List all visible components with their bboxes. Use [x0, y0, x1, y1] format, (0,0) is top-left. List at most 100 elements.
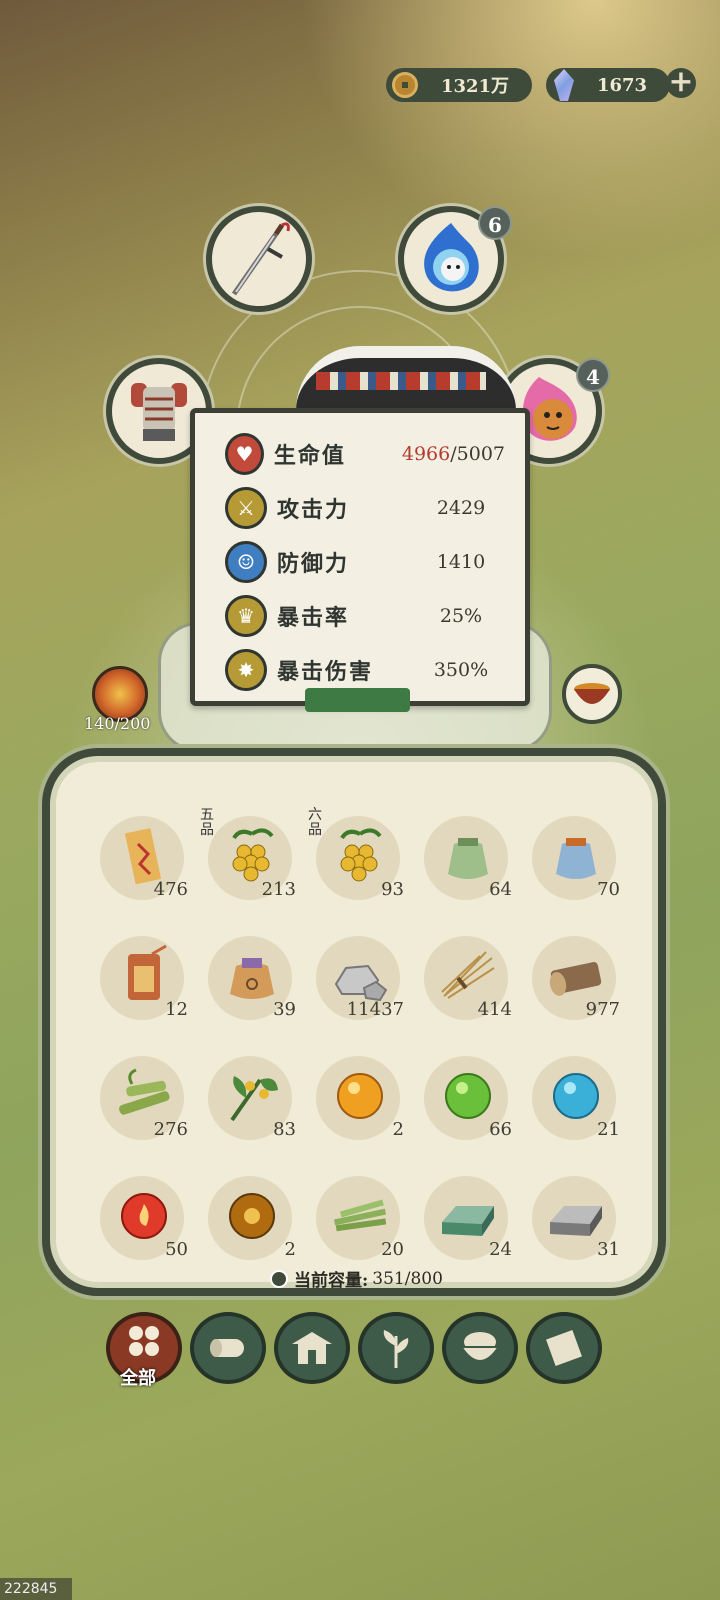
item-count: 414	[477, 999, 512, 1020]
scroll-icon	[546, 1330, 582, 1366]
stats-panel: ♥ 生命值 4966/5007 ⚔ 攻击力 2429 ☺ 防御力 1410 ♛ …	[190, 408, 530, 706]
spirit-slot-blue[interactable]: 6	[398, 206, 512, 312]
hp-current: 4966	[401, 443, 451, 465]
inventory-item[interactable]: 977	[526, 930, 626, 1030]
person-defense-icon: ☺	[225, 541, 267, 583]
item-count: 66	[489, 1119, 512, 1140]
amber-orb-icon	[220, 1184, 284, 1248]
item-count: 20	[381, 1239, 404, 1260]
inventory-item[interactable]: 476	[94, 810, 194, 910]
inventory-item[interactable]: 83	[202, 1050, 302, 1150]
inventory-item[interactable]: 64	[418, 810, 518, 910]
inventory-panel: 476 五品 213 六品 93 64 70 12 39 11437 414 977 276 83 2 66 2…	[42, 748, 666, 1296]
stat-defense: ☺ 防御力 1410	[225, 537, 505, 587]
stat-hp: ♥ 生命值 4966/5007	[225, 429, 505, 479]
crystal-gem-icon	[554, 69, 574, 101]
spirit-level-badge: 6	[478, 206, 512, 240]
copper-coin-icon	[392, 72, 418, 98]
stat-value: 1410	[436, 551, 486, 573]
wood-log-icon	[210, 1339, 244, 1357]
item-count: 24	[489, 1239, 512, 1260]
watermark: 222845	[0, 1578, 72, 1600]
item-grade: 六品	[308, 807, 322, 838]
soup-bowl-icon	[574, 683, 610, 704]
tab-food[interactable]	[442, 1312, 518, 1384]
inventory-item[interactable]: 414	[418, 930, 518, 1030]
inventory-item[interactable]: 39	[202, 930, 302, 1030]
weapon-slot[interactable]	[206, 206, 312, 312]
stat-attack: ⚔ 攻击力 2429	[225, 483, 505, 533]
food-bowl-button[interactable]	[562, 664, 622, 724]
item-count: 977	[585, 999, 620, 1020]
stat-value: 2429	[436, 497, 486, 519]
capacity-value: 351/800	[372, 1268, 443, 1289]
sword-attack-icon: ⚔	[225, 487, 267, 529]
character-hat	[296, 346, 516, 410]
gem-counter[interactable]: 1673	[546, 68, 670, 102]
item-count: 31	[597, 1239, 620, 1260]
tab-building[interactable]	[274, 1312, 350, 1384]
item-count: 2	[392, 1119, 404, 1140]
tab-wood[interactable]	[190, 1312, 266, 1384]
add-gems-button[interactable]: +	[666, 67, 696, 98]
inventory-item[interactable]: 21	[526, 1050, 626, 1150]
sword-icon	[231, 222, 290, 296]
house-icon	[292, 1332, 332, 1364]
stat-label: 暴击率	[277, 605, 350, 631]
inventory-item[interactable]: 70	[526, 810, 626, 910]
inventory-item[interactable]: 12	[94, 930, 194, 1030]
crown-crit-icon: ♛	[225, 595, 267, 637]
item-count: 93	[381, 879, 404, 900]
armor-icon	[131, 383, 187, 441]
tab-herb[interactable]	[358, 1312, 434, 1384]
item-count: 21	[597, 1119, 620, 1140]
inventory-item[interactable]: 20	[310, 1170, 410, 1270]
stat-label: 攻击力	[277, 497, 350, 523]
inventory-item[interactable]: 276	[94, 1050, 194, 1150]
stat-value: 350%	[433, 659, 489, 681]
inventory-item[interactable]: 六品 93	[308, 807, 410, 910]
gem-amount: 1673	[596, 74, 648, 96]
all-grid-icon	[129, 1326, 159, 1356]
burst-crit-damage-icon: ✸	[225, 649, 267, 691]
capacity-indicator: 当前容量: 351/800	[270, 1266, 443, 1291]
item-count: 11437	[346, 999, 404, 1020]
coin-counter[interactable]: 1321万	[386, 68, 532, 102]
coin-amount: 1321万	[440, 76, 510, 97]
item-count: 64	[489, 879, 512, 900]
tab-all-label: 全部	[120, 1368, 156, 1389]
rice-bowl-icon	[462, 1332, 498, 1360]
stat-label: 暴击伤害	[277, 659, 374, 685]
inventory-item[interactable]: 66	[418, 1050, 518, 1150]
inventory-item[interactable]: 31	[526, 1170, 626, 1270]
tab-scroll[interactable]	[526, 1312, 602, 1384]
inventory-item[interactable]: 11437	[310, 930, 410, 1030]
hunger-value: 140/200	[84, 714, 151, 733]
item-count: 39	[273, 999, 296, 1020]
green-action-button[interactable]	[305, 688, 410, 712]
stat-value: 25%	[439, 605, 483, 627]
capacity-label: 当前容量:	[294, 1271, 369, 1291]
item-count: 2	[284, 1239, 296, 1260]
herb-leaf-icon	[383, 1330, 409, 1368]
stat-label: 防御力	[277, 551, 350, 577]
inventory-item[interactable]: 24	[418, 1170, 518, 1270]
item-count: 50	[165, 1239, 188, 1260]
item-count: 476	[153, 879, 188, 900]
spirit-level-badge: 4	[576, 358, 610, 392]
inventory-item[interactable]: 五品 213	[200, 807, 302, 910]
inventory-item[interactable]: 2	[202, 1170, 302, 1270]
stat-crit-rate: ♛ 暴击率 25%	[225, 591, 505, 641]
item-grade: 五品	[200, 807, 214, 838]
inventory-item[interactable]: 50	[94, 1170, 194, 1270]
item-count: 12	[165, 999, 188, 1020]
hp-max: /5007	[450, 443, 505, 465]
heart-icon: ♥	[225, 433, 264, 475]
stat-label: 生命值	[273, 443, 346, 469]
orange-orb-icon	[328, 1064, 392, 1128]
item-count: 83	[273, 1119, 296, 1140]
inventory-item[interactable]: 2	[310, 1050, 410, 1150]
item-count: 70	[597, 879, 620, 900]
item-count: 276	[153, 1119, 188, 1140]
stat-value: 4966/5007	[402, 443, 505, 465]
